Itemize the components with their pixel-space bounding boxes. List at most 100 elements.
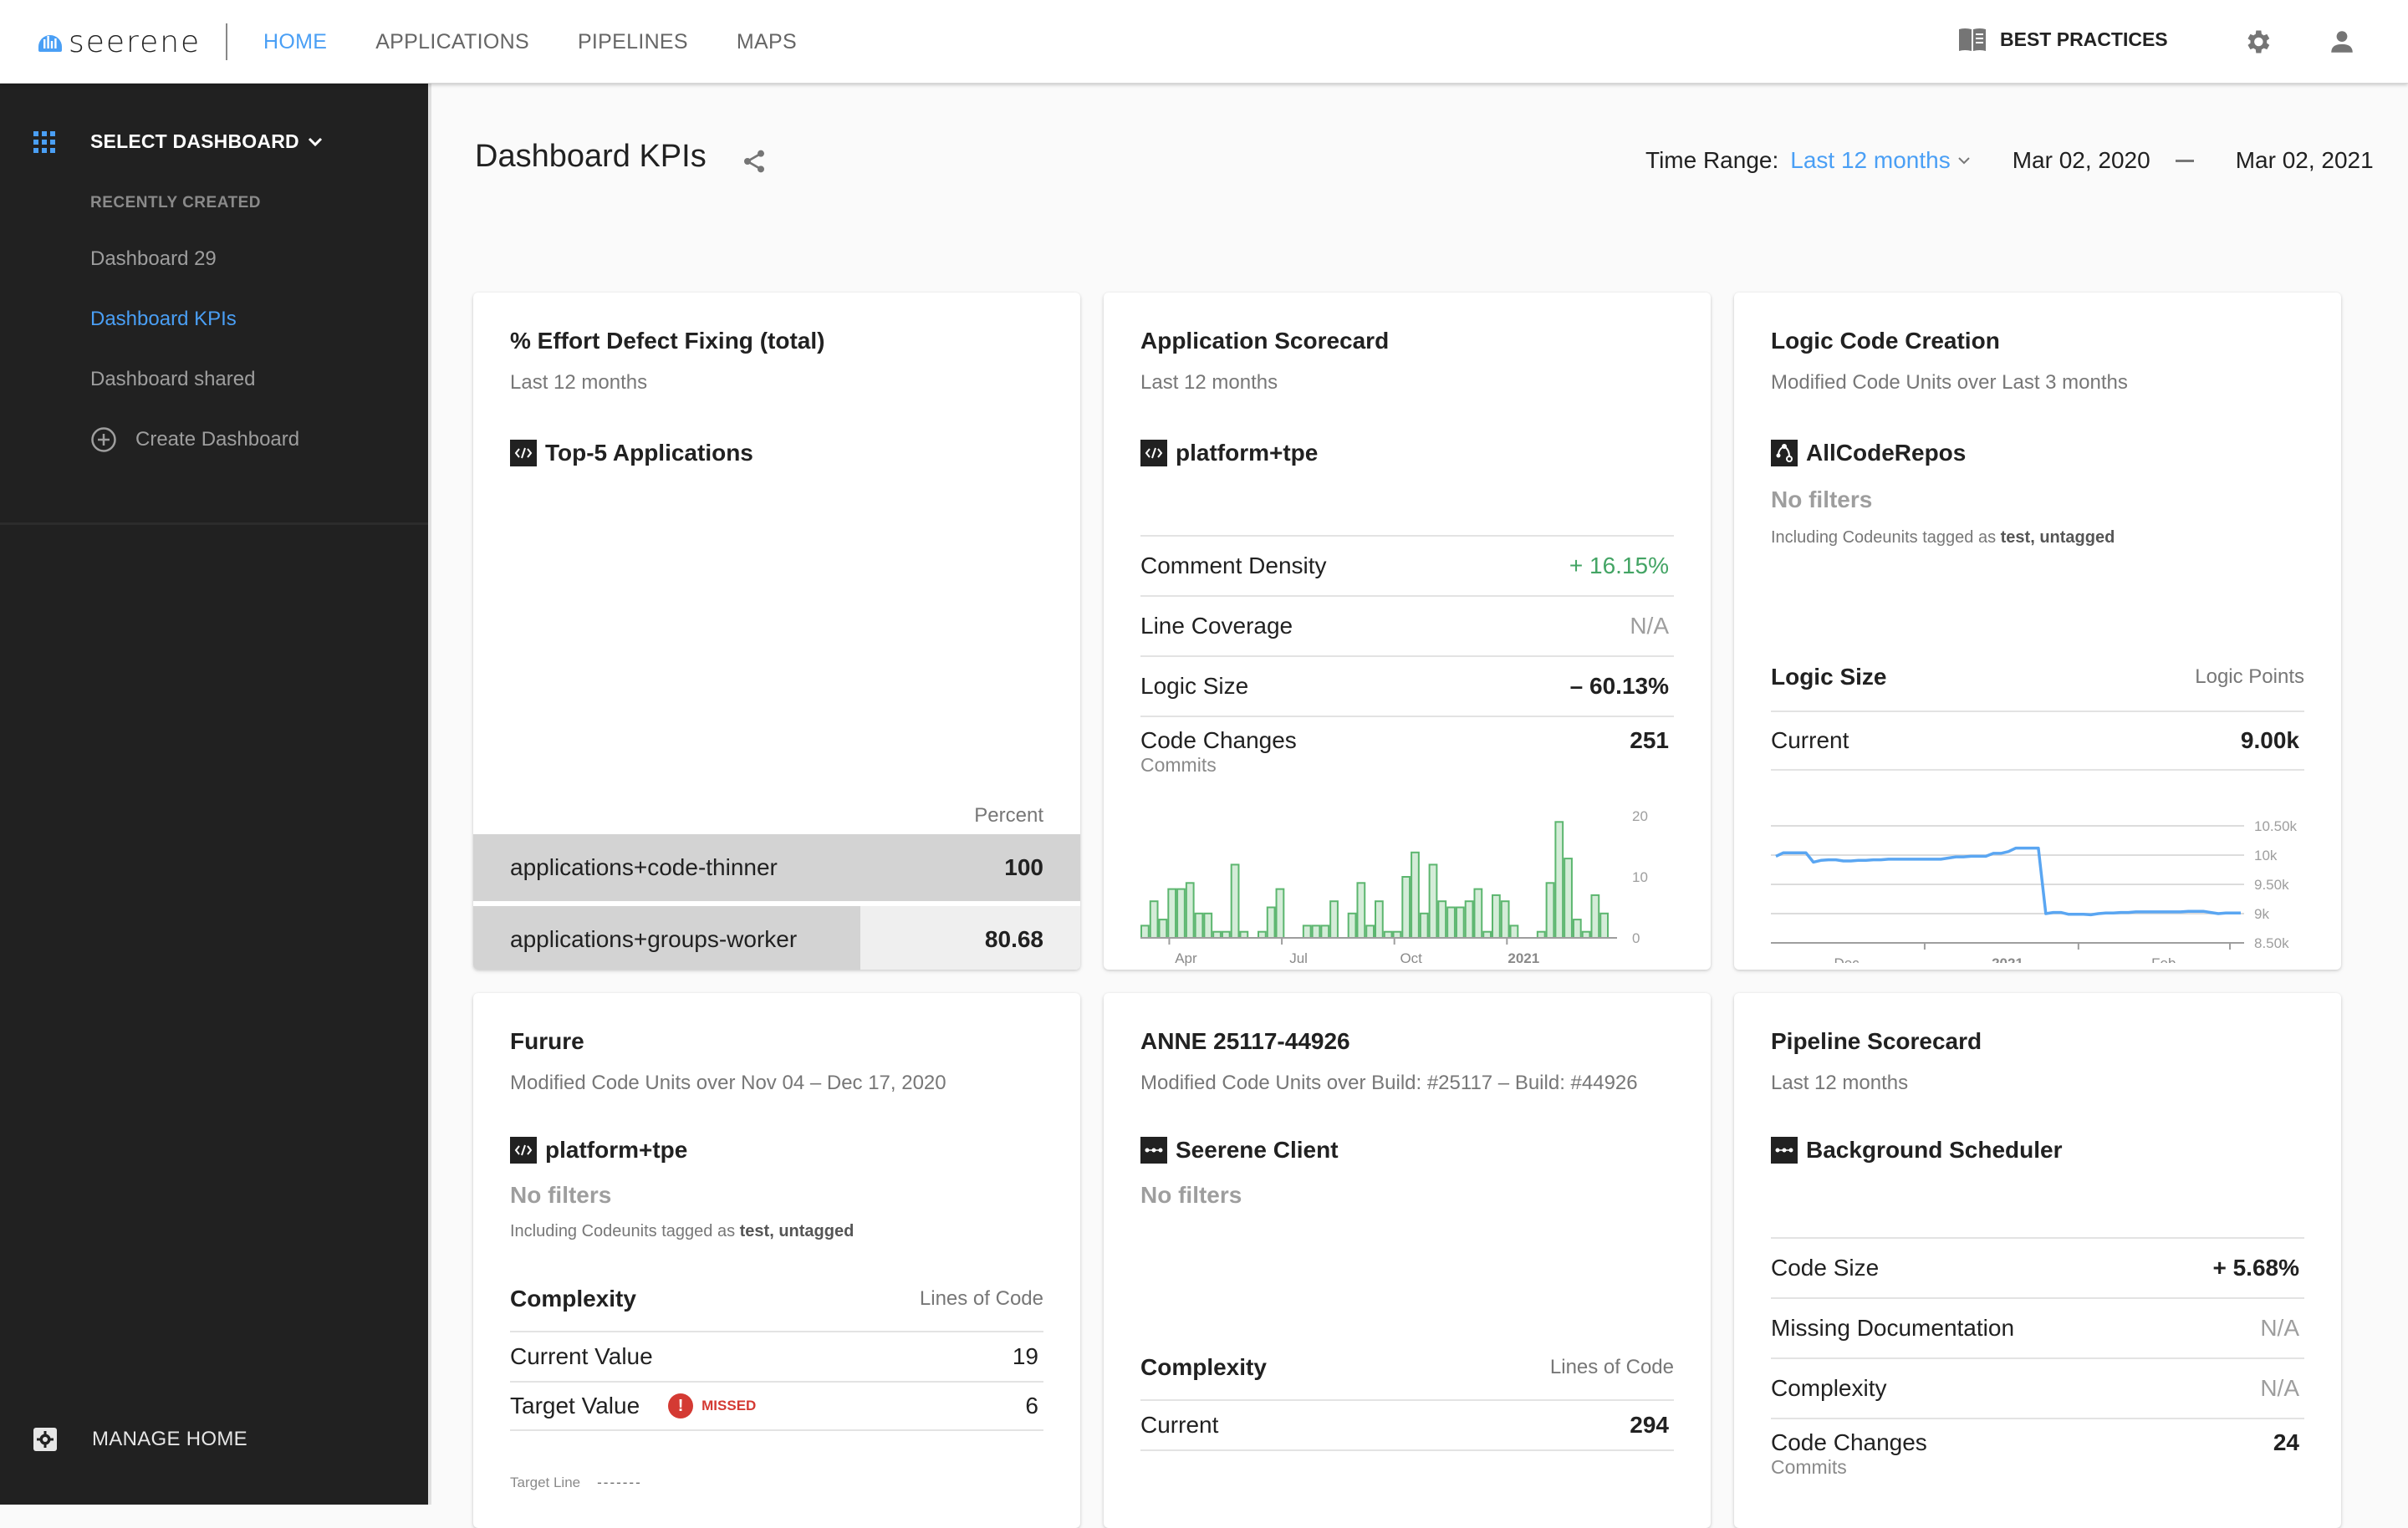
pipeline-icon — [1771, 1137, 1798, 1164]
create-dashboard-button[interactable]: Create Dashboard — [90, 426, 299, 453]
kpi-label: Code Changes — [1140, 727, 1297, 753]
page-title: Dashboard KPIs — [475, 139, 707, 174]
bar — [1446, 906, 1456, 939]
select-dashboard-button[interactable]: SELECT DASHBOARD — [33, 130, 323, 153]
bar — [1311, 924, 1321, 939]
dashed-line-icon: ------- — [597, 1475, 642, 1490]
kpi-value: 6 — [1025, 1393, 1038, 1418]
bar — [1545, 882, 1555, 939]
time-range-selected: Last 12 months — [1790, 147, 1951, 173]
code-icon — [510, 1137, 537, 1164]
sidebar-item-dashboard-29[interactable]: Dashboard 29 — [90, 247, 217, 271]
kpi-row-comment-density[interactable]: Comment Density + 16.15% — [1140, 535, 1674, 595]
metric-unit: Lines of Code — [919, 1287, 1043, 1310]
kpi-value: 251 — [1630, 727, 1669, 753]
kpi-label: Current — [1771, 727, 1849, 753]
sidebar-item-dashboard-shared[interactable]: Dashboard shared — [90, 368, 255, 391]
card-scope-label: AllCodeRepos — [1806, 440, 1967, 466]
nav-maps[interactable]: MAPS — [737, 30, 797, 54]
card-pipeline-scorecard[interactable]: Pipeline Scorecard Last 12 months Backgr… — [1734, 993, 2341, 1528]
card-scope-label: platform+tpe — [545, 1137, 688, 1163]
including-prefix: Including Codeunits tagged as — [1771, 528, 2001, 547]
kpi-value: N/A — [2260, 1375, 2299, 1401]
gear-icon[interactable] — [2242, 27, 2273, 57]
metric-header: Logic Size Logic Points — [1771, 660, 2304, 694]
repository-icon — [1771, 440, 1798, 466]
manage-home-button[interactable]: MANAGE HOME — [33, 1428, 247, 1451]
bar — [1564, 858, 1573, 939]
brand-logo[interactable]: seerene — [37, 25, 201, 59]
x-tick-label: Apr — [1175, 950, 1197, 966]
card-anne-build-range[interactable]: ANNE 25117-44926 Modified Code Units ove… — [1104, 993, 1711, 1528]
ranking-row[interactable]: applications+code-thinner 100 — [473, 834, 1080, 901]
metric-unit: Lines of Code — [1549, 1356, 1674, 1378]
recently-created-heading: RECENTLY CREATED — [90, 194, 262, 211]
bar — [1158, 919, 1168, 940]
kpi-row-current[interactable]: Current 294 — [1140, 1399, 1674, 1451]
bar — [1185, 882, 1195, 939]
kpi-label: Current — [1140, 1412, 1219, 1438]
book-icon — [1959, 28, 1986, 51]
bar — [1266, 906, 1276, 939]
share-icon[interactable] — [741, 148, 768, 175]
rank-unit-label: Percent — [974, 804, 1043, 827]
ranking-row[interactable]: applications+groups-worker 80.68 — [473, 906, 1080, 970]
kpi-row-line-coverage[interactable]: Line Coverage N/A — [1140, 595, 1674, 655]
chevron-down-icon — [308, 137, 322, 146]
kpi-row-code-changes[interactable]: Code Changes Commits 24 — [1771, 1418, 2304, 1486]
kpi-row-logic-size[interactable]: Logic Size – 60.13% — [1140, 655, 1674, 716]
kpi-label: Missing Documentation — [1771, 1315, 2015, 1341]
card-application-scorecard[interactable]: Application Scorecard Last 12 months pla… — [1104, 293, 1711, 970]
bar — [1473, 888, 1483, 939]
sidebar-edge — [428, 84, 431, 1505]
kpi-row-code-size[interactable]: Code Size + 5.68% — [1771, 1237, 2304, 1297]
kpi-row-complexity[interactable]: Complexity N/A — [1771, 1357, 2304, 1418]
y-tick-label: 10.50k — [2254, 818, 2298, 834]
card-subtitle: Modified Code Units over Build: #25117 –… — [1140, 1072, 1638, 1094]
main-nav: HOME APPLICATIONS PIPELINES MAPS — [263, 0, 845, 84]
kpi-sublabel: Commits — [1140, 754, 1217, 776]
metric-unit: Logic Points — [2195, 665, 2304, 688]
bar — [1500, 900, 1510, 939]
bar — [1428, 863, 1438, 939]
card-furure[interactable]: Furure Modified Code Units over Nov 04 –… — [473, 993, 1080, 1528]
nav-applications[interactable]: APPLICATIONS — [375, 30, 529, 54]
kpi-row-current[interactable]: Current 9.00k — [1771, 711, 2304, 771]
logic-size-line-chart: 8.50k 9k 9.50k 10k 10.50k Dec 2021 Feb — [1771, 818, 2298, 963]
bar — [1599, 912, 1610, 940]
card-scope: platform+tpe — [1140, 440, 1318, 466]
bar — [1492, 894, 1501, 939]
kpi-row-code-changes[interactable]: Code Changes Commits 251 — [1140, 716, 1674, 784]
card-scope: Top-5 Applications — [510, 440, 753, 466]
nav-pipelines[interactable]: PIPELINES — [578, 30, 688, 54]
add-circle-icon — [91, 427, 116, 452]
settings-box-icon — [33, 1428, 57, 1451]
kpi-row-target-value[interactable]: Target Value ! MISSED 6 — [510, 1381, 1043, 1431]
card-effort-defect-fixing[interactable]: % Effort Defect Fixing (total) Last 12 m… — [473, 293, 1080, 970]
kpi-row-current-value[interactable]: Current Value 19 — [510, 1331, 1043, 1381]
sidebar-item-dashboard-kpis[interactable]: Dashboard KPIs — [90, 308, 237, 331]
header-divider — [226, 23, 227, 60]
best-practices-button[interactable]: BEST PRACTICES — [1958, 27, 2168, 52]
nav-home[interactable]: HOME — [263, 30, 327, 54]
card-scope: platform+tpe — [510, 1137, 687, 1164]
bar — [1581, 930, 1591, 939]
alert-icon: ! — [668, 1393, 694, 1418]
bar — [1536, 930, 1546, 939]
bar — [1401, 876, 1411, 939]
card-title: Logic Code Creation — [1771, 328, 2000, 354]
user-icon[interactable] — [2328, 27, 2356, 57]
bar — [1437, 900, 1447, 939]
bar — [1258, 930, 1267, 939]
date-from[interactable]: Mar 02, 2020 — [2013, 147, 2150, 174]
kpi-label: Complexity — [1771, 1375, 1887, 1401]
sidebar-divider — [0, 522, 428, 525]
kpi-row-missing-documentation[interactable]: Missing Documentation N/A — [1771, 1297, 2304, 1357]
card-logic-code-creation[interactable]: Logic Code Creation Modified Code Units … — [1734, 293, 2341, 970]
chevron-down-icon — [1957, 157, 1970, 165]
top-bar: seerene HOME APPLICATIONS PIPELINES MAPS… — [0, 0, 2408, 84]
target-line-legend: Target Line ------- — [510, 1475, 642, 1491]
time-range-select[interactable]: Last 12 months — [1790, 147, 1970, 174]
y-tick-label: 10 — [1632, 869, 1648, 885]
date-to[interactable]: Mar 02, 2021 — [2236, 147, 2374, 174]
